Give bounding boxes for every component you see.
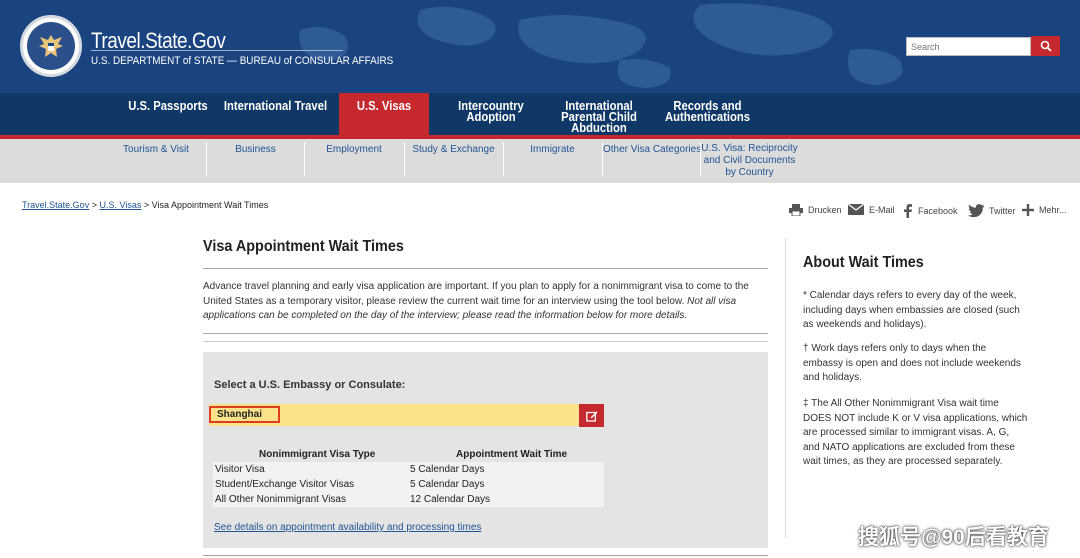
sidebar-title: About Wait Times (803, 254, 924, 271)
nav-international-travel[interactable]: International Travel (224, 93, 328, 135)
details-link[interactable]: See details on appointment availability … (214, 522, 481, 533)
visa-type-cell: All Other Nonimmigrant Visas (215, 494, 346, 505)
subnav-reciprocity[interactable]: U.S. Visa: Reciprocity and Civil Documen… (701, 143, 798, 179)
wait-time-cell: 5 Calendar Days (410, 464, 485, 475)
page-title: Visa Appointment Wait Times (203, 238, 404, 255)
breadcrumb-separator: > (91, 200, 97, 210)
state-department-seal[interactable] (20, 15, 82, 77)
site-subtitle: U.S. DEPARTMENT of STATE — BUREAU of CON… (91, 55, 394, 67)
breadcrumb-home[interactable]: Travel.State.Gov (22, 200, 89, 210)
table-header-visa-type: Nonimmigrant Visa Type (259, 449, 376, 460)
panel-bottom-divider (203, 555, 768, 556)
breadcrumb-separator: > (143, 200, 150, 210)
edit-icon (585, 411, 597, 422)
share-more-label: Mehr... (1039, 205, 1067, 215)
share-twitter-label: Twitter (989, 205, 1016, 216)
facebook-icon (904, 204, 912, 218)
breadcrumb-us-visas[interactable]: U.S. Visas (100, 200, 142, 210)
sidebar-note-calendar-days: * Calendar days refers to every day of t… (803, 290, 1020, 330)
search-button[interactable] (1031, 36, 1060, 56)
intro-paragraph: Advance travel planning and early visa a… (203, 280, 768, 324)
visa-subnav: Tourism & Visit Business Employment Stud… (0, 139, 1080, 183)
subnav-immigrate[interactable]: Immigrate (505, 144, 600, 156)
breadcrumb: Travel.State.Gov > U.S. Visas > Visa App… (22, 200, 268, 210)
wait-time-cell: 5 Calendar Days (410, 479, 485, 490)
watermark: 搜狐号@90后看教育 (858, 526, 1049, 549)
subnav-study-exchange[interactable]: Study & Exchange (406, 144, 501, 156)
table-header-wait-time: Appointment Wait Time (456, 449, 568, 460)
subnav-other-visa-categories[interactable]: Other Visa Categories (603, 144, 701, 156)
eagle-icon (39, 35, 63, 57)
visa-type-cell: Student/Exchange Visitor Visas (215, 479, 355, 490)
brand-divider (91, 50, 343, 51)
embassy-select-label: Select a U.S. Embassy or Consulate: (214, 379, 406, 391)
twitter-icon (968, 204, 984, 217)
table-row: Student/Exchange Visitor Visas 5 Calenda… (213, 477, 604, 492)
nav-records-authentications[interactable]: Records and Authentications (665, 93, 751, 135)
share-email-label: E-Mail (869, 204, 895, 215)
plus-icon (1022, 204, 1034, 216)
printer-icon (789, 204, 803, 216)
search-input[interactable] (906, 37, 1031, 56)
share-print[interactable]: Drucken (789, 204, 842, 216)
breadcrumb-current: Visa Appointment Wait Times (151, 200, 269, 210)
share-facebook[interactable]: Facebook (903, 204, 958, 218)
nav-parental-child-abduction[interactable]: International Parental Child Abduction (553, 93, 645, 135)
title-divider (203, 268, 768, 269)
intro-divider-2 (203, 341, 768, 342)
table-row: All Other Nonimmigrant Visas 12 Calendar… (213, 492, 604, 507)
search-icon (1040, 40, 1052, 52)
intro-divider (203, 333, 768, 334)
sidebar-note-work-days: † Work days refers only to days when the… (803, 343, 1021, 383)
share-print-label: Drucken (808, 205, 842, 215)
email-icon (848, 204, 864, 215)
nav-intercountry-adoption[interactable]: Intercountry Adoption (451, 93, 532, 135)
share-facebook-label: Facebook (918, 206, 958, 216)
subnav-business[interactable]: Business (208, 144, 303, 156)
subnav-employment[interactable]: Employment (306, 144, 402, 156)
table-row: Visitor Visa 5 Calendar Days (213, 462, 604, 477)
share-email[interactable]: E-Mail (848, 204, 895, 215)
share-twitter[interactable]: Twitter (968, 204, 1016, 217)
embassy-selected-value[interactable]: Shanghai (209, 406, 280, 423)
share-more[interactable]: Mehr... (1022, 204, 1067, 216)
intro-text: Advance travel planning and early visa a… (203, 281, 749, 307)
subnav-tourism-visit[interactable]: Tourism & Visit (110, 144, 202, 156)
main-nav: U.S. Passports International Travel U.S.… (0, 93, 1080, 135)
sidebar-note-other-visas: ‡ The All Other Nonimmigrant Visa wait t… (803, 398, 1028, 467)
nav-us-passports[interactable]: U.S. Passports (127, 93, 210, 135)
sidebar-divider (785, 238, 786, 538)
visa-type-cell: Visitor Visa (215, 464, 265, 475)
edit-embassy-button[interactable] (579, 404, 604, 427)
wait-time-cell: 12 Calendar Days (410, 494, 491, 505)
nav-us-visas[interactable]: U.S. Visas (339, 93, 429, 135)
site-header: Travel.State.Gov U.S. DEPARTMENT of STAT… (0, 0, 1080, 93)
